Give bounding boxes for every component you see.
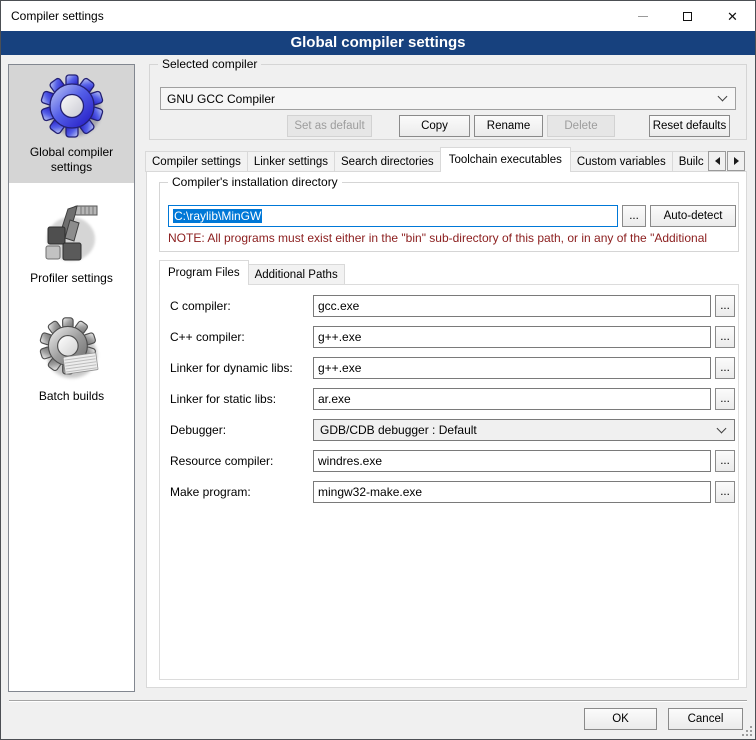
tab-linker-settings[interactable]: Linker settings bbox=[247, 151, 335, 172]
field-row: Linker for static libs:ar.exe... bbox=[170, 388, 729, 410]
resource-compiler-input[interactable]: windres.exe bbox=[313, 450, 711, 472]
minimize-icon[interactable] bbox=[620, 1, 665, 31]
chevron-down-icon bbox=[718, 92, 728, 102]
field-value: g++.exe bbox=[318, 330, 361, 344]
cpp-compiler-browse-button[interactable]: ... bbox=[715, 326, 735, 348]
dialog-content: Global compiler settings Profiler settin… bbox=[1, 55, 755, 739]
right-arrow-icon bbox=[734, 157, 739, 165]
subtab-additional-paths[interactable]: Additional Paths bbox=[248, 264, 345, 285]
combo-value: GDB/CDB debugger : Default bbox=[320, 423, 477, 437]
install-dir-browse-button[interactable]: ... bbox=[622, 205, 646, 227]
cancel-button[interactable]: Cancel bbox=[668, 708, 743, 730]
tab-builc[interactable]: Builc bbox=[672, 151, 711, 172]
field-row: Linker for dynamic libs:g++.exe... bbox=[170, 357, 729, 379]
field-row: Make program:mingw32-make.exe... bbox=[170, 481, 729, 503]
maximize-icon[interactable] bbox=[665, 1, 710, 31]
blue-gear-icon bbox=[39, 73, 105, 143]
field-label: Debugger: bbox=[170, 423, 309, 437]
linker-for-dynamic-libs-browse-button[interactable]: ... bbox=[715, 357, 735, 379]
resource-compiler-browse-button[interactable]: ... bbox=[715, 450, 735, 472]
field-label: C++ compiler: bbox=[170, 330, 309, 344]
installation-directory-group: Compiler's installation directory C:\ray… bbox=[159, 182, 739, 252]
linker-for-static-libs-input[interactable]: ar.exe bbox=[313, 388, 711, 410]
cpp-compiler-input[interactable]: g++.exe bbox=[313, 326, 711, 348]
reset-defaults-button[interactable]: Reset defaults bbox=[649, 115, 730, 137]
field-value: ar.exe bbox=[318, 392, 351, 406]
autodetect-button[interactable]: Auto-detect bbox=[650, 205, 736, 227]
field-value: g++.exe bbox=[318, 361, 361, 375]
tab-compiler-settings[interactable]: Compiler settings bbox=[145, 151, 248, 172]
tab-toolchain-executables[interactable]: Toolchain executables bbox=[440, 147, 571, 172]
field-row: Resource compiler:windres.exe... bbox=[170, 450, 729, 472]
sidebar-item-label: Batch builds bbox=[17, 389, 127, 404]
c-compiler-input[interactable]: gcc.exe bbox=[313, 295, 711, 317]
field-label: Resource compiler: bbox=[170, 454, 309, 468]
window-title: Compiler settings bbox=[1, 9, 620, 23]
tab-scroll-left-button[interactable] bbox=[708, 151, 726, 171]
make-program-browse-button[interactable]: ... bbox=[715, 481, 735, 503]
sidebar-item-batch-builds[interactable]: Batch builds bbox=[9, 301, 134, 419]
field-value: mingw32-make.exe bbox=[318, 485, 422, 499]
set-as-default-button[interactable]: Set as default bbox=[287, 115, 372, 137]
selected-compiler-group: Selected compiler GNU GCC Compiler Set a… bbox=[149, 64, 747, 140]
selected-compiler-group-label: Selected compiler bbox=[158, 57, 261, 71]
tab-custom-variables[interactable]: Custom variables bbox=[570, 151, 673, 172]
field-label: Make program: bbox=[170, 485, 309, 499]
field-value: gcc.exe bbox=[318, 299, 359, 313]
compiler-settings-dialog: Compiler settings ✕ Global compiler sett… bbox=[0, 0, 756, 740]
program-files-page: C compiler: gcc.exe... C++ compiler: g++.ex… bbox=[159, 284, 739, 680]
rename-button[interactable]: Rename bbox=[474, 115, 543, 137]
ok-button[interactable]: OK bbox=[584, 708, 657, 730]
compiler-select[interactable]: GNU GCC Compiler bbox=[160, 87, 736, 110]
resize-grip[interactable] bbox=[742, 726, 753, 737]
compiler-select-value: GNU GCC Compiler bbox=[167, 92, 275, 106]
tab-search-directories[interactable]: Search directories bbox=[334, 151, 441, 172]
sidebar-item-profiler-settings[interactable]: Profiler settings bbox=[9, 183, 134, 301]
field-row: Debugger: GDB/CDB debugger : Default bbox=[170, 419, 729, 441]
tab-scroll-right-button[interactable] bbox=[727, 151, 745, 171]
note-text: NOTE: All programs must exist either in … bbox=[168, 231, 738, 245]
debugger-select[interactable]: GDB/CDB debugger : Default bbox=[313, 419, 735, 441]
field-label: Linker for static libs: bbox=[170, 392, 309, 406]
field-label: Linker for dynamic libs: bbox=[170, 361, 309, 375]
sidebar-item-label: Global compiler settings bbox=[17, 145, 127, 175]
install-dir-input[interactable]: C:\raylib\MinGW bbox=[168, 205, 618, 227]
field-row: C++ compiler:g++.exe... bbox=[170, 326, 729, 348]
installation-directory-group-label: Compiler's installation directory bbox=[168, 175, 342, 189]
settings-category-list: Global compiler settings Profiler settin… bbox=[8, 64, 135, 692]
window-controls: ✕ bbox=[620, 1, 755, 31]
chevron-down-icon bbox=[717, 423, 727, 433]
titlebar[interactable]: Compiler settings ✕ bbox=[1, 1, 755, 31]
tab-scroll bbox=[708, 151, 745, 171]
profiler-icon bbox=[39, 199, 105, 269]
field-label: C compiler: bbox=[170, 299, 309, 313]
c-compiler-browse-button[interactable]: ... bbox=[715, 295, 735, 317]
subtab-program-files[interactable]: Program Files bbox=[159, 260, 249, 285]
page-title: Global compiler settings bbox=[1, 31, 755, 55]
make-program-input[interactable]: mingw32-make.exe bbox=[313, 481, 711, 503]
footer-buttons: OK Cancel bbox=[584, 708, 743, 730]
settings-panel: Selected compiler GNU GCC Compiler Set a… bbox=[145, 64, 747, 688]
batch-builds-icon bbox=[39, 317, 105, 387]
close-icon[interactable]: ✕ bbox=[710, 1, 755, 31]
program-files-tabs: Program FilesAdditional Paths bbox=[159, 260, 739, 285]
left-arrow-icon bbox=[715, 157, 720, 165]
sidebar-item-label: Profiler settings bbox=[17, 271, 127, 286]
installation-directory-row: C:\raylib\MinGW ... Auto-detect bbox=[168, 205, 736, 227]
toolchain-executables-page: Compiler's installation directory C:\ray… bbox=[146, 171, 747, 688]
linker-for-static-libs-browse-button[interactable]: ... bbox=[715, 388, 735, 410]
sidebar-item-global-compiler-settings[interactable]: Global compiler settings bbox=[9, 65, 134, 183]
compiler-actions: Set as default CopyRenameDelete Reset defa… bbox=[160, 115, 730, 137]
linker-for-dynamic-libs-input[interactable]: g++.exe bbox=[313, 357, 711, 379]
field-row: C compiler:gcc.exe... bbox=[170, 295, 729, 317]
field-value: windres.exe bbox=[318, 454, 382, 468]
copy-button[interactable]: Copy bbox=[399, 115, 470, 137]
page-title-text: Global compiler settings bbox=[290, 34, 465, 51]
main-tabs: Compiler settingsLinker settingsSearch d… bbox=[145, 147, 745, 172]
install-dir-value: C:\raylib\MinGW bbox=[173, 209, 262, 223]
footer-separator bbox=[9, 700, 747, 702]
delete-button[interactable]: Delete bbox=[547, 115, 615, 137]
